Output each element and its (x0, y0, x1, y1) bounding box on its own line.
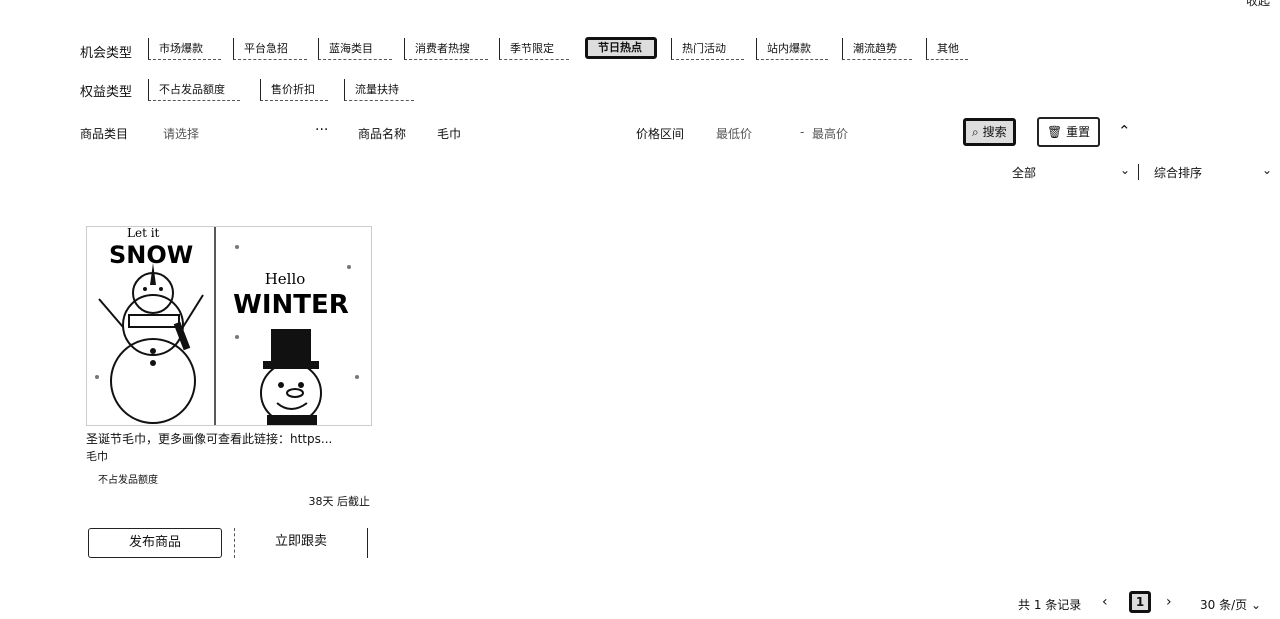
category-label: 商品类目 (80, 127, 129, 141)
deadline-text: 38天 后截止 (308, 495, 371, 508)
trash-icon: 🗑 (1047, 125, 1063, 139)
category-placeholder: 请选择 (163, 127, 200, 141)
chevron-down-icon: ⌄ (1261, 163, 1272, 177)
opportunity-tag[interactable]: 季节限定 (499, 38, 569, 60)
product-name-label: 商品名称 (358, 127, 407, 141)
svg-text:WINTER: WINTER (233, 290, 349, 320)
opportunity-tag[interactable]: 市场爆款 (148, 38, 221, 60)
product-name-input[interactable]: 毛巾 (430, 118, 610, 146)
product-title[interactable]: 圣诞节毛巾，更多画像可查看此链接：https... (86, 430, 370, 447)
scope-select-value: 全部 (1012, 166, 1037, 180)
collapse-icon: ⌃ (1232, 0, 1243, 8)
price-range-dash: - (800, 125, 805, 139)
opportunity-tag[interactable]: 其他 (926, 38, 968, 60)
opportunity-tag[interactable]: 站内爆款 (756, 38, 828, 60)
product-card: Let it SNOW Hello WINTER 圣诞节毛巾，更多画像可查看此链… (86, 226, 372, 558)
collapse-toggle[interactable]: ⌃ 收起 (1232, 0, 1270, 9)
sort-select[interactable]: 综合排序 ⌄ (1154, 163, 1272, 181)
price-min-input[interactable]: 最低价 (716, 125, 752, 142)
more-icon: ··· (315, 122, 329, 138)
chevron-down-icon: ⌄ (1250, 598, 1262, 612)
page-button-current[interactable]: 1 (1129, 591, 1151, 613)
product-name-value: 毛巾 (437, 127, 462, 141)
search-button-label: 搜索 (982, 125, 1007, 139)
price-range-label: 价格区间 (636, 127, 685, 141)
benefit-tag-option[interactable]: 售价折扣 (260, 79, 328, 101)
publish-product-button[interactable]: 发布商品 (88, 528, 222, 558)
follow-sell-button[interactable]: 立即跟卖 (234, 528, 368, 558)
total-records: 共 1 条记录 (1018, 598, 1082, 612)
product-image[interactable]: Let it SNOW Hello WINTER (86, 226, 372, 426)
reset-button[interactable]: 🗑 重置 (1037, 117, 1101, 147)
opportunity-tag[interactable]: 热门活动 (671, 38, 744, 60)
snowman-illustration: Let it SNOW Hello WINTER (95, 227, 359, 425)
opportunity-type-label: 机会类型 (80, 46, 133, 61)
benefit-type-label: 权益类型 (80, 85, 133, 100)
chevron-down-icon: ⌄ (1119, 163, 1130, 177)
category-select[interactable]: 请选择 ··· (155, 118, 340, 146)
chevron-left-icon[interactable]: ‹ (1102, 594, 1108, 610)
reset-button-label: 重置 (1066, 125, 1091, 139)
scope-select[interactable]: 全部 ⌄ (1012, 163, 1130, 181)
collapse-label: 收起 (1245, 0, 1270, 8)
page-size-select[interactable]: 30 条/页 ⌄ (1200, 596, 1261, 613)
opportunity-tag[interactable]: 蓝海类目 (318, 38, 392, 60)
price-max-input[interactable]: 最高价 (812, 125, 848, 142)
opportunity-tag[interactable]: 消费者热搜 (404, 38, 488, 60)
chevron-right-icon[interactable]: › (1166, 594, 1172, 610)
search-button[interactable]: ⌕ 搜索 (963, 118, 1016, 146)
search-icon: ⌕ (972, 125, 979, 139)
benefit-tag-option[interactable]: 流量扶持 (344, 79, 414, 101)
opportunity-tag[interactable]: 节日热点 (585, 37, 657, 59)
svg-text:Let it: Let it (127, 227, 160, 240)
svg-text:SNOW: SNOW (109, 241, 193, 269)
product-category: 毛巾 (86, 450, 108, 463)
benefit-tag: 不占发品额度 (98, 475, 158, 486)
benefit-tag-option[interactable]: 不占发品额度 (148, 79, 240, 101)
opportunity-tag[interactable]: 潮流趋势 (842, 38, 912, 60)
page-size-value: 30 条/页 (1200, 598, 1248, 612)
chevron-up-icon[interactable]: ⌃ (1118, 122, 1131, 140)
opportunity-tag[interactable]: 平台急招 (233, 38, 307, 60)
sort-divider (1138, 164, 1139, 180)
sort-select-value: 综合排序 (1154, 166, 1203, 180)
svg-text:Hello: Hello (265, 270, 306, 288)
